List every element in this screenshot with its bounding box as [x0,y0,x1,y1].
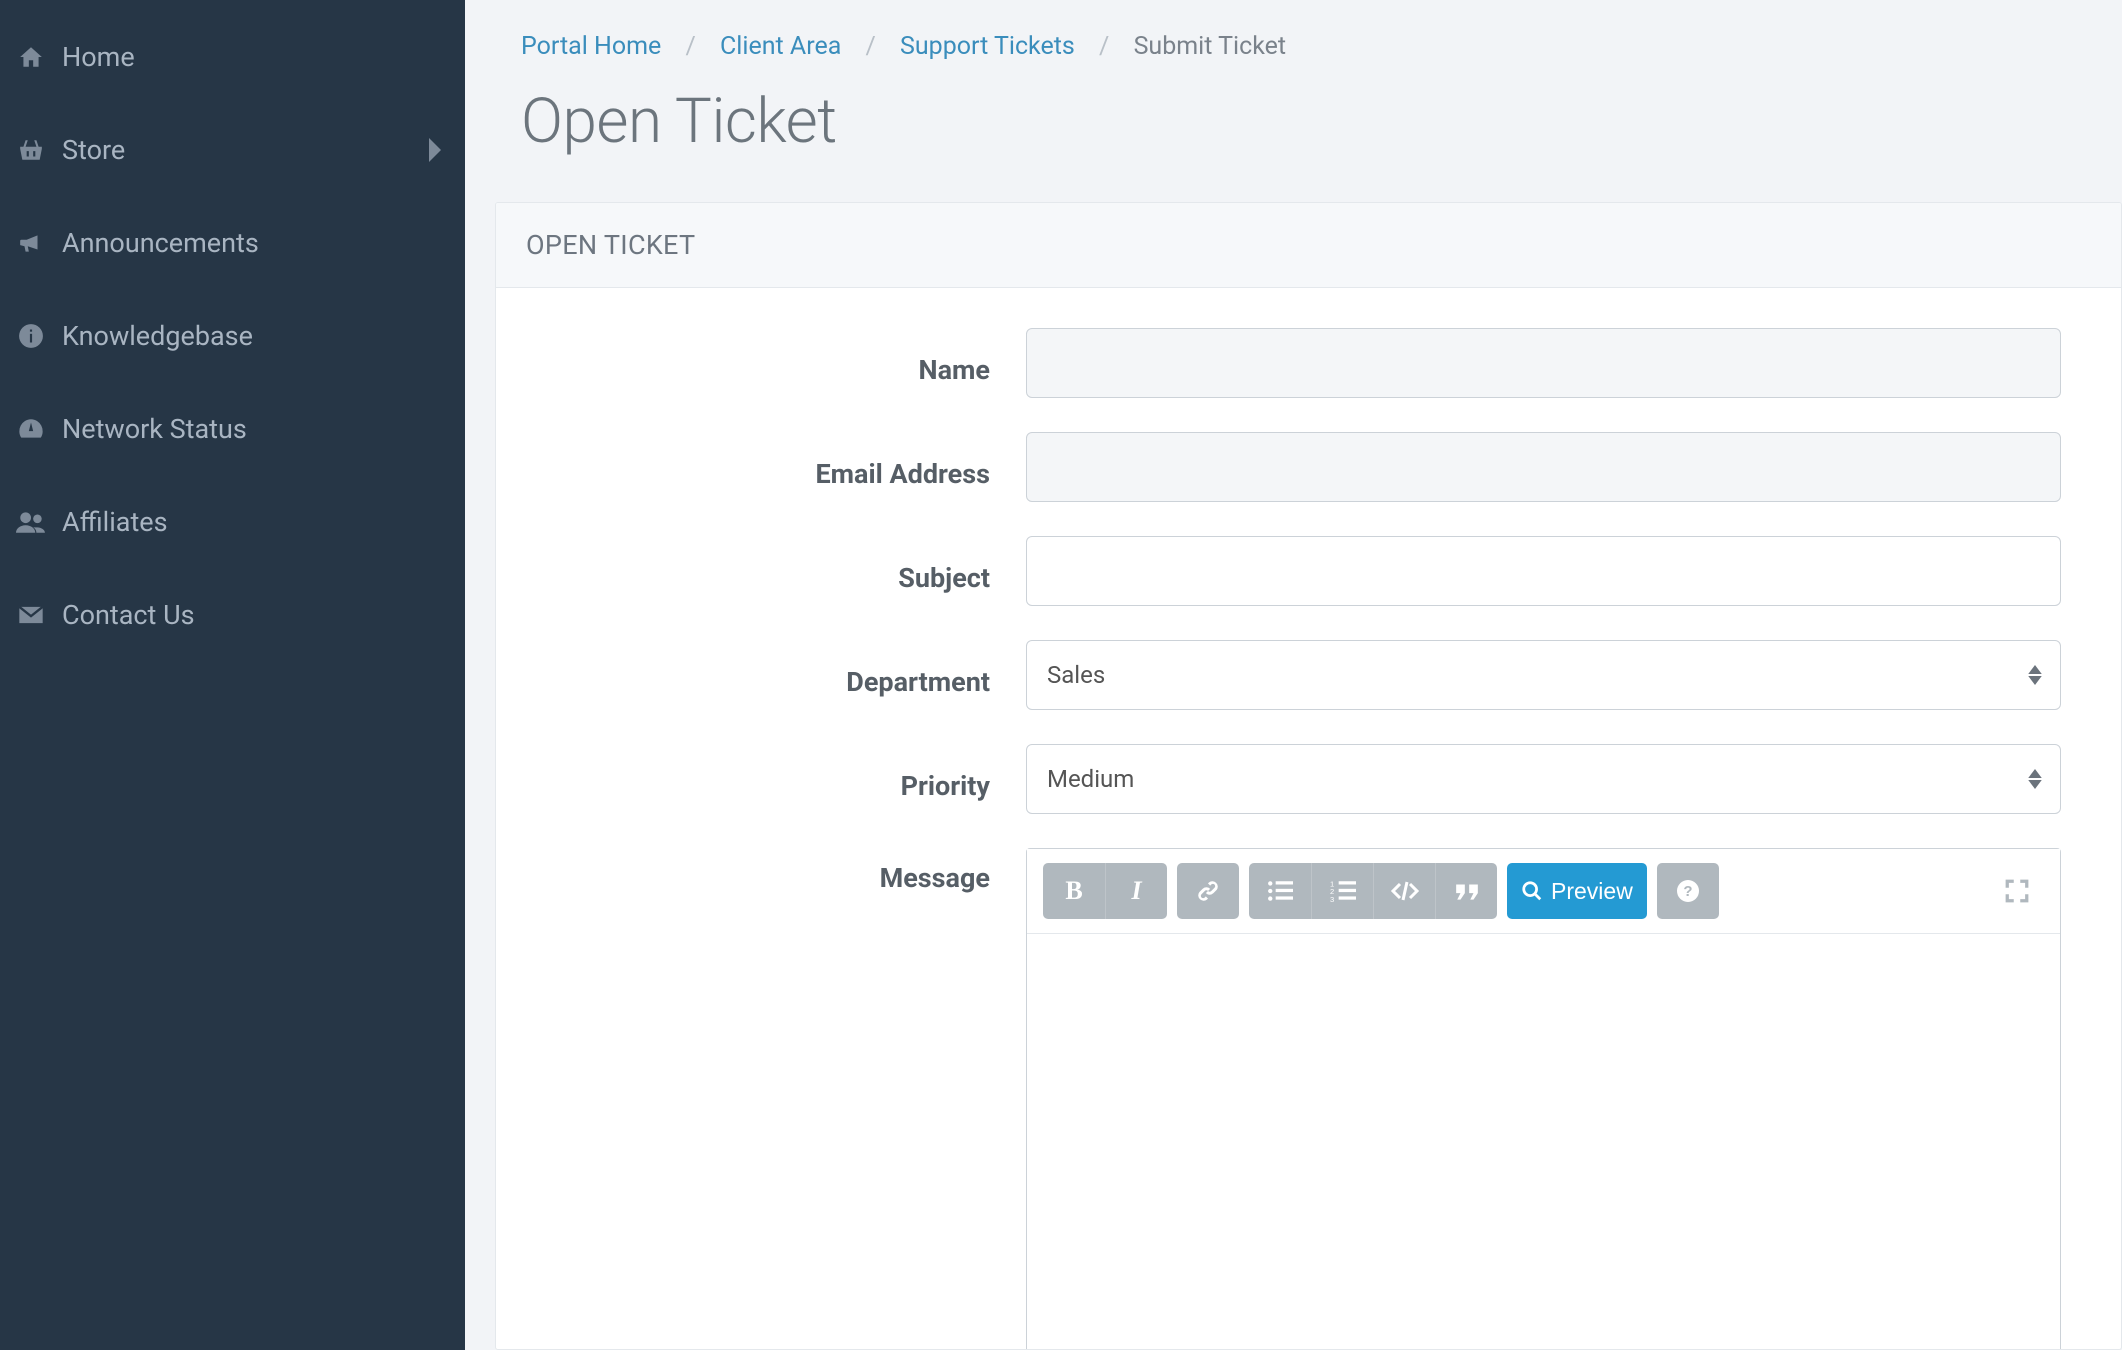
priority-selected: Medium [1047,765,1134,793]
sidebar: Home Store Announcements Knowledgebase [0,0,465,1350]
envelope-icon [8,604,54,626]
users-icon [8,509,54,535]
sidebar-item-label: Store [62,134,125,166]
subject-label: Subject [556,548,1026,594]
sidebar-item-network-status[interactable]: Network Status [0,382,465,475]
main-content: Portal Home / Client Area / Support Tick… [465,0,2122,1350]
select-caret-icon [2028,769,2042,789]
help-button[interactable]: ? [1657,863,1719,919]
sidebar-item-announcements[interactable]: Announcements [0,196,465,289]
breadcrumb: Portal Home / Client Area / Support Tick… [465,0,2122,61]
quote-icon [1454,880,1480,902]
code-button[interactable] [1373,863,1435,919]
sidebar-item-label: Network Status [62,413,247,445]
message-editor: B I [1026,848,2061,1350]
breadcrumb-link-support-tickets[interactable]: Support Tickets [900,32,1075,61]
breadcrumb-current: Submit Ticket [1134,32,1287,61]
name-label: Name [556,340,1026,386]
quote-button[interactable] [1435,863,1497,919]
link-button[interactable] [1177,863,1239,919]
panel-header: OPEN TICKET [496,203,2121,288]
open-ticket-panel: OPEN TICKET Name Email Address Subject [495,202,2122,1350]
sidebar-item-knowledgebase[interactable]: Knowledgebase [0,289,465,382]
help-icon: ? [1676,879,1700,903]
sidebar-item-store[interactable]: Store [0,103,465,196]
code-icon [1391,880,1419,902]
priority-label: Priority [556,756,1026,802]
sidebar-item-affiliates[interactable]: Affiliates [0,475,465,568]
department-select[interactable]: Sales [1026,640,2061,710]
basket-icon [8,137,54,163]
name-input[interactable] [1026,328,2061,398]
search-icon [1521,880,1543,902]
sidebar-item-contact[interactable]: Contact Us [0,568,465,661]
sidebar-item-home[interactable]: Home [0,10,465,103]
fullscreen-button[interactable] [1990,863,2044,919]
sidebar-item-label: Affiliates [62,506,168,538]
breadcrumb-link-portal-home[interactable]: Portal Home [521,32,661,61]
message-label: Message [556,848,1026,894]
chevron-right-icon [427,138,443,162]
home-icon [8,44,54,70]
subject-input[interactable] [1026,536,2061,606]
panel-body: Name Email Address Subject [496,288,2121,1350]
info-circle-icon [8,323,54,349]
dashboard-icon [8,416,54,442]
preview-button[interactable]: Preview [1507,863,1647,919]
svg-text:?: ? [1683,883,1692,900]
page-title: Open Ticket [465,61,2122,202]
ol-button[interactable]: 123 [1311,863,1373,919]
ul-button[interactable] [1249,863,1311,919]
list-ol-icon: 123 [1330,880,1356,902]
italic-icon: I [1131,876,1141,906]
select-caret-icon [2028,665,2042,685]
editor-toolbar: B I [1027,849,2060,934]
list-ul-icon [1267,880,1293,902]
sidebar-item-label: Home [62,41,135,73]
sidebar-item-label: Knowledgebase [62,320,253,352]
sidebar-item-label: Announcements [62,227,259,259]
preview-label: Preview [1551,878,1633,905]
link-icon [1195,878,1221,904]
bold-icon: B [1065,876,1082,906]
department-selected: Sales [1047,661,1105,689]
bold-button[interactable]: B [1043,863,1105,919]
email-label: Email Address [556,444,1026,490]
svg-text:3: 3 [1330,895,1334,902]
priority-select[interactable]: Medium [1026,744,2061,814]
sidebar-item-label: Contact Us [62,599,195,631]
message-textarea[interactable] [1027,934,2060,1350]
italic-button[interactable]: I [1105,863,1167,919]
bullhorn-icon [8,230,54,256]
breadcrumb-link-client-area[interactable]: Client Area [720,32,841,61]
department-label: Department [556,652,1026,698]
expand-icon [2004,878,2030,904]
email-input[interactable] [1026,432,2061,502]
